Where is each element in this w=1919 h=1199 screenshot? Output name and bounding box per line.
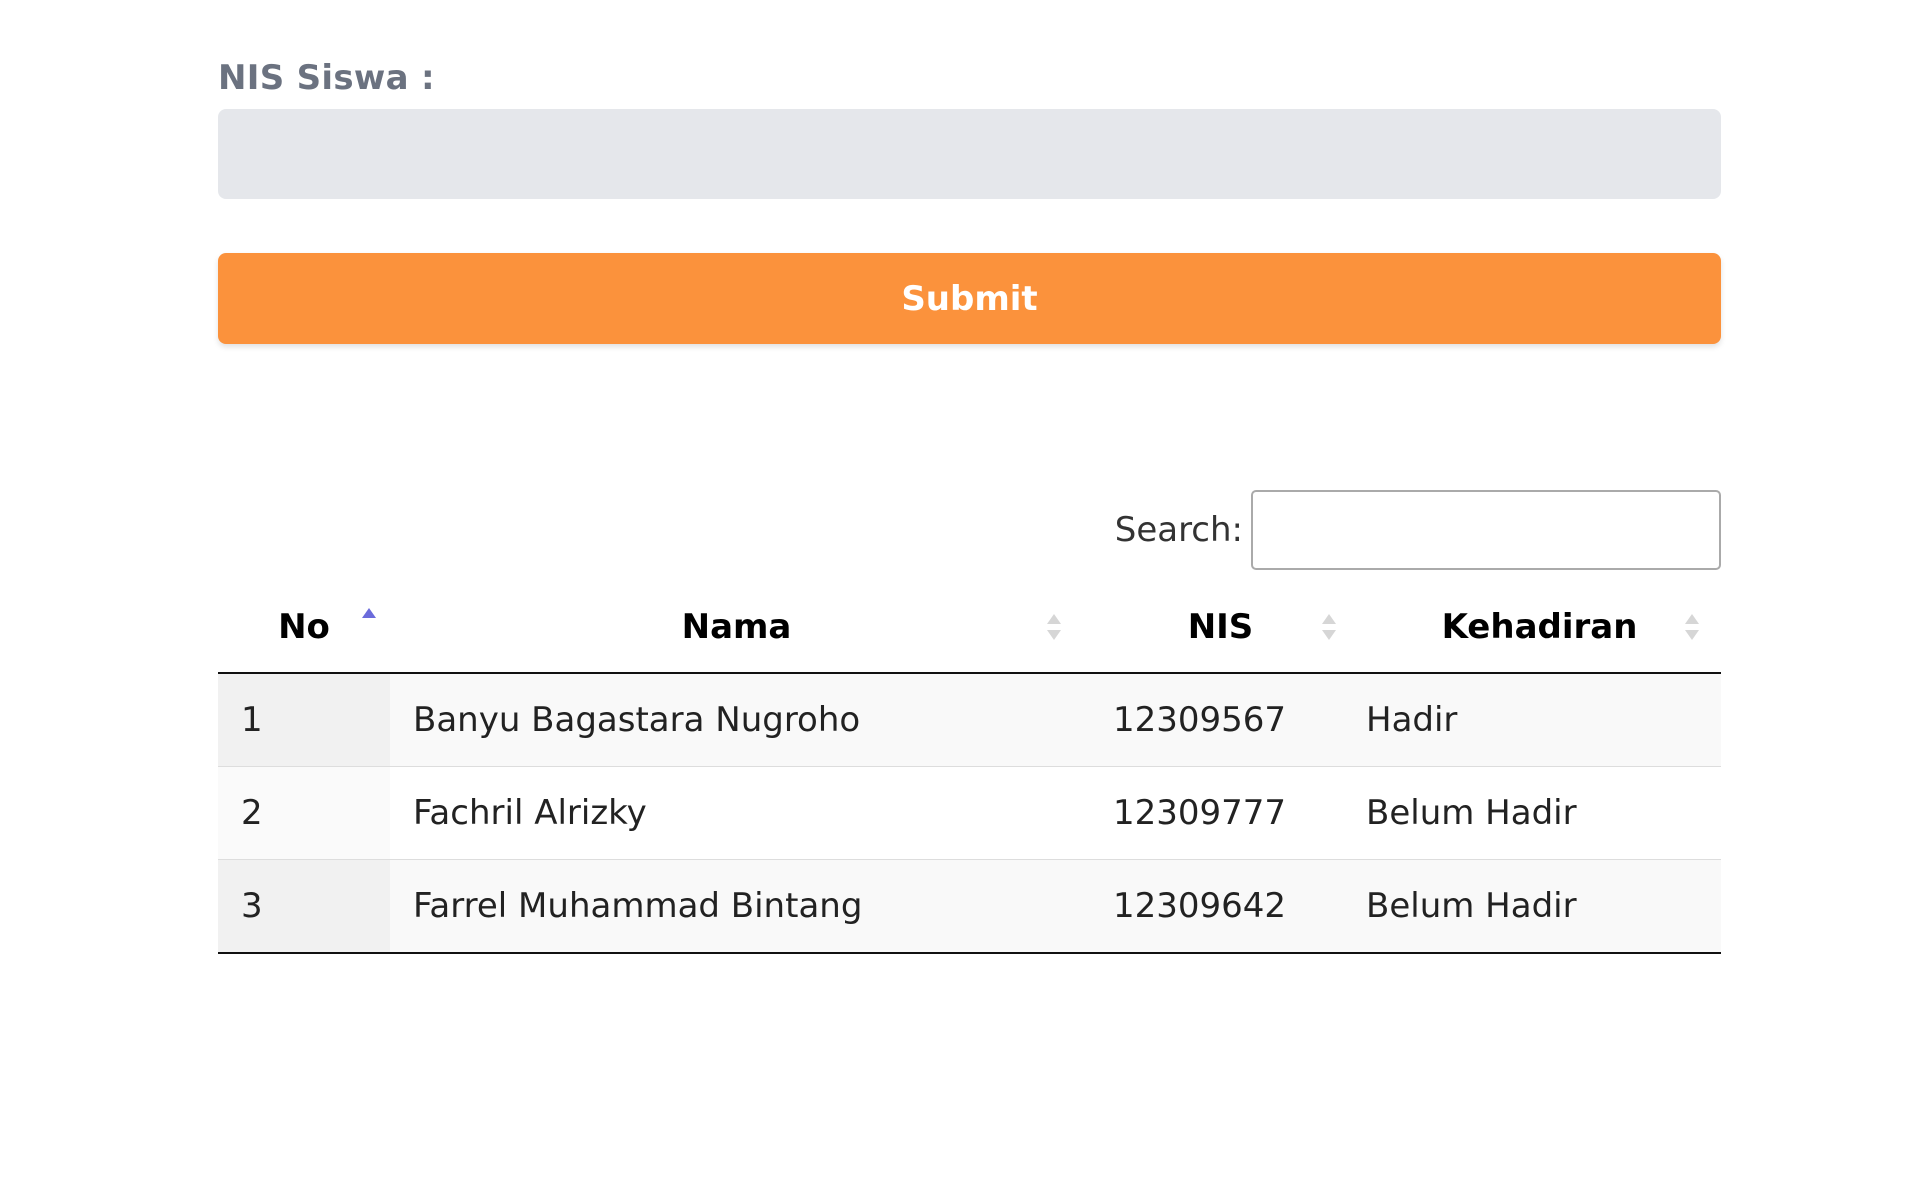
column-header-nama-label: Nama bbox=[681, 607, 792, 647]
cell-no: 3 bbox=[218, 859, 390, 954]
table-search: Search: bbox=[1115, 490, 1721, 570]
sort-both-icon bbox=[1047, 614, 1061, 640]
cell-no: 2 bbox=[218, 766, 390, 860]
cell-nama: Banyu Bagastara Nugroho bbox=[390, 673, 1083, 767]
nis-label: NIS Siswa : bbox=[218, 58, 435, 98]
cell-kehadiran: Belum Hadir bbox=[1358, 859, 1721, 954]
sort-both-icon bbox=[1322, 614, 1336, 640]
column-header-no-label: No bbox=[278, 607, 330, 647]
cell-nama: Farrel Muhammad Bintang bbox=[390, 859, 1083, 954]
cell-nis: 12309642 bbox=[1083, 859, 1358, 954]
attendance-table: No Nama NIS Kehadiran 1 Banyu Bagastara … bbox=[218, 582, 1721, 954]
column-header-kehadiran[interactable]: Kehadiran bbox=[1358, 582, 1721, 674]
column-header-kehadiran-label: Kehadiran bbox=[1441, 607, 1638, 647]
page: NIS Siswa : Submit Search: No Nama NIS K… bbox=[0, 0, 1919, 1199]
table-row: 3 Farrel Muhammad Bintang 12309642 Belum… bbox=[218, 859, 1721, 954]
column-header-nis-label: NIS bbox=[1187, 607, 1254, 647]
cell-kehadiran: Belum Hadir bbox=[1358, 766, 1721, 860]
column-header-nama[interactable]: Nama bbox=[390, 582, 1083, 674]
table-row: 2 Fachril Alrizky 12309777 Belum Hadir bbox=[218, 766, 1721, 860]
cell-nis: 12309777 bbox=[1083, 766, 1358, 860]
table-header-row: No Nama NIS Kehadiran bbox=[218, 582, 1721, 674]
column-header-no[interactable]: No bbox=[218, 582, 390, 674]
cell-nis: 12309567 bbox=[1083, 673, 1358, 767]
column-header-nis[interactable]: NIS bbox=[1083, 582, 1358, 674]
cell-nama: Fachril Alrizky bbox=[390, 766, 1083, 860]
search-label: Search: bbox=[1114, 510, 1243, 550]
nis-input[interactable] bbox=[218, 109, 1721, 199]
sort-both-icon bbox=[1685, 614, 1699, 640]
table-row: 1 Banyu Bagastara Nugroho 12309567 Hadir bbox=[218, 673, 1721, 767]
submit-button[interactable]: Submit bbox=[218, 253, 1721, 344]
sort-ascending-icon bbox=[362, 608, 376, 618]
search-input[interactable] bbox=[1251, 490, 1721, 570]
cell-kehadiran: Hadir bbox=[1358, 673, 1721, 767]
cell-no: 1 bbox=[218, 673, 390, 767]
